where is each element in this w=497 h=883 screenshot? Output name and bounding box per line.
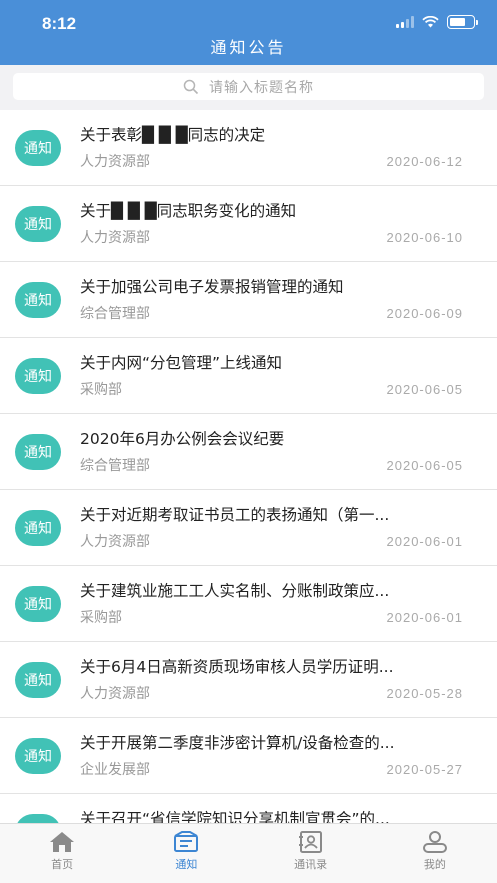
item-department: 采购部 xyxy=(80,382,122,398)
item-date: 2020-06-05 xyxy=(386,458,463,473)
item-date: 2020-05-28 xyxy=(386,686,463,701)
tab-contacts[interactable]: 通讯录 xyxy=(249,824,373,883)
item-department: 综合管理部 xyxy=(80,306,150,322)
tab-label: 我的 xyxy=(423,858,446,871)
item-title: 关于█ █ █同志职务变化的通知 xyxy=(80,202,297,220)
item-date: 2020-06-05 xyxy=(386,382,463,397)
item-title: 关于召开“省信学院知识分享机制宣贯会”的... xyxy=(80,810,390,823)
list-item[interactable]: 通知 关于内网“分包管理”上线通知 采购部 2020-06-05 xyxy=(0,338,497,414)
list-item[interactable]: 通知 关于加强公司电子发票报销管理的通知 综合管理部 2020-06-09 xyxy=(0,262,497,338)
tab-label: 通讯录 xyxy=(294,858,328,871)
tab-notice[interactable]: 通知 xyxy=(124,824,248,883)
item-department: 人力资源部 xyxy=(80,686,150,702)
list-item[interactable]: 通知 关于表彰█ █ █同志的决定 人力资源部 2020-06-12 xyxy=(0,110,497,186)
item-title: 关于加强公司电子发票报销管理的通知 xyxy=(80,278,344,296)
profile-icon xyxy=(422,831,447,853)
list-item[interactable]: 通知 关于对近期考取证书员工的表扬通知（第一... 人力资源部 2020-06-… xyxy=(0,490,497,566)
notice-list[interactable]: 通知 关于表彰█ █ █同志的决定 人力资源部 2020-06-12 通知 关于… xyxy=(0,110,497,823)
page-title: 通知公告 xyxy=(210,38,287,57)
notice-badge: 通知 xyxy=(15,510,61,546)
search-placeholder: 请输入标题名称 xyxy=(209,79,314,96)
item-department: 人力资源部 xyxy=(80,230,150,246)
signal-icon xyxy=(396,16,414,28)
list-item[interactable]: 通知 关于█ █ █同志职务变化的通知 人力资源部 2020-06-10 xyxy=(0,186,497,262)
tab-label: 通知 xyxy=(175,858,198,871)
notice-badge: 通知 xyxy=(15,586,61,622)
item-date: 2020-06-09 xyxy=(386,306,463,321)
search-area: 请输入标题名称 xyxy=(0,65,497,109)
tab-profile[interactable]: 我的 xyxy=(373,824,497,883)
list-item[interactable]: 通知 关于建筑业施工工人实名制、分账制政策应... 采购部 2020-06-01 xyxy=(0,566,497,642)
notice-badge: 通知 xyxy=(15,282,61,318)
notice-badge: 通知 xyxy=(15,434,61,470)
list-item[interactable]: 通知 关于开展第二季度非涉密计算机/设备检查的... 企业发展部 2020-05… xyxy=(0,718,497,794)
item-department: 采购部 xyxy=(80,610,122,626)
battery-icon xyxy=(447,15,478,29)
list-item[interactable]: 通知 关于召开“省信学院知识分享机制宣贯会”的... xyxy=(0,794,497,823)
item-department: 企业发展部 xyxy=(80,762,150,778)
item-title: 关于6月4日高新资质现场审核人员学历证明... xyxy=(80,658,394,676)
item-department: 人力资源部 xyxy=(80,534,150,550)
item-department: 人力资源部 xyxy=(80,154,150,170)
tab-home[interactable]: 首页 xyxy=(0,824,124,883)
tab-label: 首页 xyxy=(51,858,74,871)
home-icon xyxy=(50,832,75,852)
status-time: 8:12 xyxy=(42,14,77,33)
notice-badge: 通知 xyxy=(15,814,61,823)
item-title: 关于内网“分包管理”上线通知 xyxy=(80,354,283,372)
item-department: 综合管理部 xyxy=(80,458,150,474)
list-item[interactable]: 通知 关于6月4日高新资质现场审核人员学历证明... 人力资源部 2020-05… xyxy=(0,642,497,718)
item-title: 关于对近期考取证书员工的表扬通知（第一... xyxy=(80,506,390,524)
item-date: 2020-05-27 xyxy=(386,762,463,777)
header: 8:12 通知公告 xyxy=(0,0,497,65)
search-input[interactable]: 请输入标题名称 xyxy=(13,73,484,100)
item-title: 关于开展第二季度非涉密计算机/设备检查的... xyxy=(80,734,395,752)
tab-bar: 首页 通知 通讯录 我的 xyxy=(0,823,497,883)
item-date: 2020-06-01 xyxy=(386,610,463,625)
item-date: 2020-06-10 xyxy=(386,230,463,245)
notice-badge: 通知 xyxy=(15,130,61,166)
notice-icon xyxy=(174,831,199,852)
item-title: 关于表彰█ █ █同志的决定 xyxy=(80,126,266,144)
status-icons xyxy=(396,15,478,29)
wifi-icon xyxy=(422,16,439,28)
notice-badge: 通知 xyxy=(15,662,61,698)
contacts-icon xyxy=(298,831,322,853)
item-date: 2020-06-01 xyxy=(386,534,463,549)
notice-badge: 通知 xyxy=(15,738,61,774)
notice-badge: 通知 xyxy=(15,358,61,394)
item-date: 2020-06-12 xyxy=(386,154,463,169)
item-title: 2020年6月办公例会会议纪要 xyxy=(80,430,285,448)
item-title: 关于建筑业施工工人实名制、分账制政策应... xyxy=(80,582,390,600)
search-icon xyxy=(183,79,199,94)
notice-badge: 通知 xyxy=(15,206,61,242)
list-item[interactable]: 通知 2020年6月办公例会会议纪要 综合管理部 2020-06-05 xyxy=(0,414,497,490)
